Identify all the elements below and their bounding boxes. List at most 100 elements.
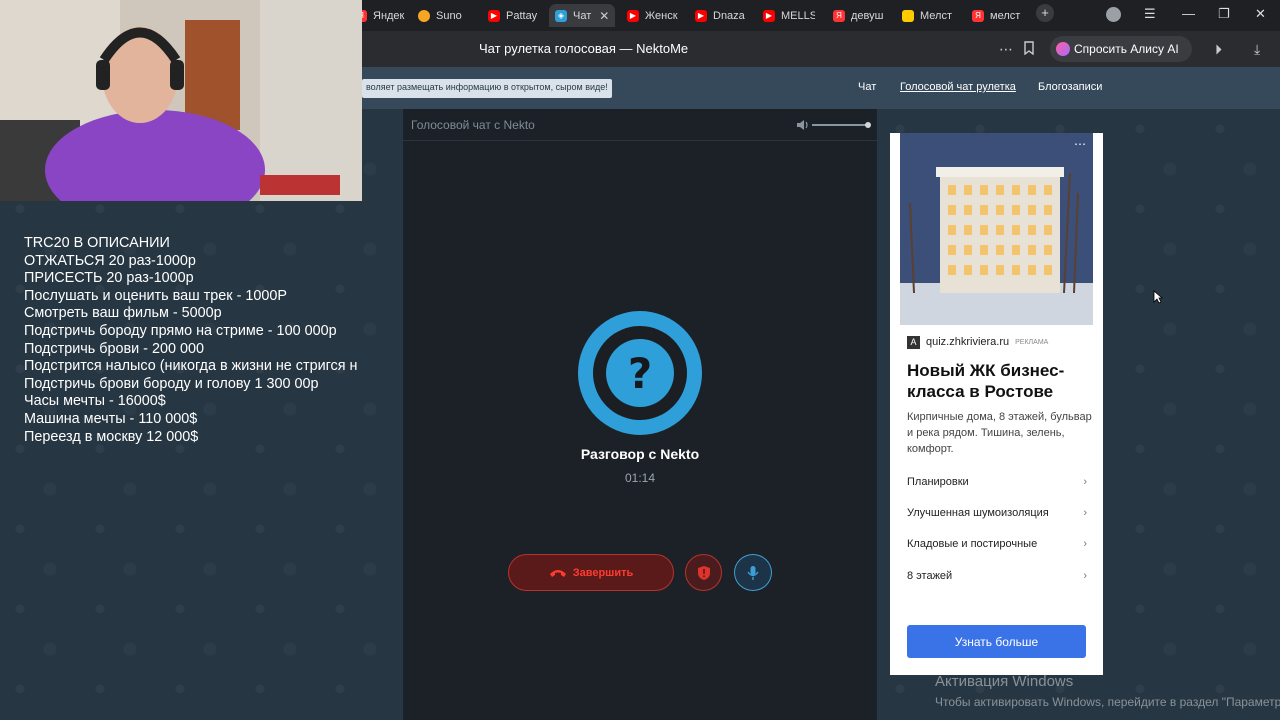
price-line: Подстричь брови бороду и голову 1 300 00… <box>24 375 319 392</box>
close-window-icon[interactable]: ✕ <box>1255 6 1266 22</box>
minimize-icon[interactable]: — <box>1182 6 1195 21</box>
ad-headline[interactable]: Новый ЖК бизнес-класса в Ростове <box>907 360 1097 402</box>
nav-chat-link[interactable]: Чат <box>858 81 876 93</box>
tab-label: MELLS <box>781 9 815 22</box>
microphone-icon <box>747 565 759 580</box>
new-tab-plus-icon[interactable]: + <box>1036 4 1054 22</box>
tab-label: мелст <box>990 9 1021 22</box>
volume-slider[interactable] <box>796 118 872 132</box>
voice-chat-panel: Голосовой чат с Nekto ? Разговор с Nekto… <box>403 109 877 720</box>
browser-tab[interactable]: ▶ Женск <box>627 4 679 27</box>
alice-button-label: Спросить Алису AI <box>1074 42 1179 56</box>
browser-tab-active[interactable]: ◈ Чат ✕ <box>549 4 615 27</box>
microphone-button[interactable] <box>734 554 772 591</box>
speaker-icon <box>797 120 804 130</box>
ad-body-text: Кирпичные дома, 8 этажей, бульвар и река… <box>907 411 1092 455</box>
youtube-icon: ▶ <box>763 9 775 22</box>
browser-tab[interactable]: Я Яндекс <box>355 4 405 27</box>
site-notice: воляет размещать информацию в открытом, … <box>362 79 612 98</box>
price-line: Переезд в москву 12 000$ <box>24 428 199 445</box>
browser-tab[interactable]: ▶ Pattay <box>488 4 540 27</box>
tab-label: девуш <box>851 9 884 22</box>
browser-tab[interactable]: Мелст <box>902 4 954 27</box>
ad-link-item[interactable]: Планировки › <box>907 476 1087 492</box>
question-mark-icon: ? <box>606 339 674 407</box>
stream-price-list: TRC20 В ОПИСАНИИ ОТЖАТЬСЯ 20 раз-1000р П… <box>24 235 376 446</box>
price-line: Смотреть ваш фильм - 5000р <box>24 305 222 322</box>
ad-label: РЕКЛАМА <box>1015 338 1049 346</box>
ad-building-image[interactable]: ⋯ <box>900 133 1093 325</box>
image-icon <box>902 9 914 22</box>
yandex-icon: Я <box>972 9 984 22</box>
chevron-right-icon: › <box>1083 476 1087 488</box>
ad-source: A quiz.zhkriviera.ru РЕКЛАМА <box>907 335 1048 349</box>
youtube-icon: ▶ <box>488 9 500 22</box>
shield-icon <box>697 565 710 580</box>
ask-alice-button[interactable]: Спросить Алису AI <box>1050 36 1192 62</box>
streamer-webcam-image <box>0 0 362 201</box>
webcam-overlay <box>0 0 362 201</box>
tab-label: Dnaza <box>713 9 745 22</box>
report-button[interactable] <box>685 554 722 591</box>
ad-link-item[interactable]: 8 этажей › <box>907 570 1087 586</box>
price-line: ПРИСЕСТЬ 20 раз-1000р <box>24 270 194 287</box>
tab-label: Pattay <box>506 9 538 22</box>
nav-voice-roulette-link[interactable]: Голосовой чат рулетка <box>900 81 1016 93</box>
browser-tab[interactable]: Я мелст <box>972 4 1024 27</box>
ad-link-label: Улучшенная шумоизоляция <box>907 507 1049 519</box>
ad-options-icon[interactable]: ⋯ <box>1074 137 1087 151</box>
close-tab-icon[interactable]: ✕ <box>599 9 609 23</box>
yandex-icon: Я <box>833 9 845 22</box>
watermark-title: Активация Windows <box>935 673 1074 690</box>
price-line: TRC20 В ОПИСАНИИ <box>24 235 170 251</box>
youtube-icon: ▶ <box>695 9 707 22</box>
watermark-text: Чтобы активировать Windows, перейдите в … <box>935 695 1280 709</box>
tab-label: Женск <box>645 9 678 22</box>
profile-avatar-icon[interactable] <box>1106 7 1121 22</box>
chat-title: Голосовой чат с Nekto <box>411 118 535 132</box>
menu-icon[interactable]: ☰ <box>1144 6 1156 22</box>
tab-label: Suno <box>436 9 462 22</box>
bookmark-icon[interactable] <box>1023 41 1035 58</box>
price-line: Машина мечты - 110 000$ <box>24 410 198 427</box>
price-line: Часы мечты - 16000$ <box>24 393 166 410</box>
suno-icon <box>418 9 430 22</box>
hang-up-phone-icon <box>549 565 567 581</box>
ad-link-item[interactable]: Улучшенная шумоизоляция › <box>907 507 1087 523</box>
nav-blog-link[interactable]: Блогозаписи <box>1038 81 1102 93</box>
media-play-icon[interactable]: ⏵ <box>1215 41 1222 58</box>
page-title[interactable]: Чат рулетка голосовая — NektoMe <box>479 41 688 56</box>
price-line: Подстрится налысо (никогда в жизни не ст… <box>24 358 358 375</box>
tab-label: Мелст <box>920 9 952 22</box>
download-icon[interactable]: ⤓ <box>1254 41 1260 58</box>
ad-link-label: 8 этажей <box>907 570 953 582</box>
restore-icon[interactable]: ❐ <box>1218 6 1230 22</box>
alice-icon <box>1056 42 1070 56</box>
call-timer: 01:14 <box>624 471 656 485</box>
ad-link-item[interactable]: Кладовые и постирочные › <box>907 538 1087 554</box>
nekto-icon: ◈ <box>555 9 567 22</box>
price-line: ОТЖАТЬСЯ 20 раз-1000р <box>24 252 196 269</box>
ad-domain: quiz.zhkriviera.ru <box>926 336 1010 348</box>
mouse-cursor-icon <box>1153 290 1164 309</box>
browser-tab[interactable]: ▶ Dnaza <box>695 4 745 27</box>
ad-cta-button[interactable]: Узнать больше <box>907 625 1086 658</box>
end-call-button[interactable]: Завершить <box>508 554 674 591</box>
nekto-avatar: ? <box>578 311 702 435</box>
site-nav: воляет размещать информацию в открытом, … <box>362 67 1280 109</box>
ad-link-label: Планировки <box>907 476 969 488</box>
more-dots-icon[interactable]: ⋯ <box>999 41 1013 58</box>
ad-logo-icon: A <box>907 335 920 349</box>
ad-link-label: Кладовые и постирочные <box>907 538 1038 550</box>
browser-tab[interactable]: Я девуш <box>833 4 885 27</box>
chevron-right-icon: › <box>1083 538 1087 550</box>
advertisement[interactable]: ⋯ A quiz.zhkriviera.ru РЕКЛАМА Новый ЖК … <box>890 133 1103 675</box>
browser-tab[interactable]: ▶ MELLS <box>763 4 815 27</box>
browser-tab[interactable]: Suno <box>418 4 468 27</box>
price-line: Подстричь брови - 200 000 <box>24 340 204 357</box>
chevron-right-icon: › <box>1083 570 1087 582</box>
youtube-icon: ▶ <box>627 9 639 22</box>
windows-activation-watermark: Активация Windows Чтобы активировать Win… <box>935 673 1280 710</box>
tab-label: Чат <box>573 9 592 22</box>
chevron-right-icon: › <box>1083 507 1087 519</box>
